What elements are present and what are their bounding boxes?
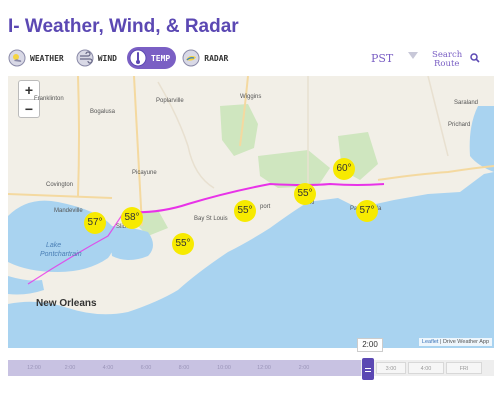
current-time-label: 2:00 (357, 338, 383, 352)
time-tick: 12:00 (257, 365, 271, 371)
place-label: Picayune (132, 170, 157, 176)
time-slider[interactable]: 12:00 2:00 4:00 6:00 8:00 10:00 12:00 2:… (8, 360, 494, 376)
time-tick[interactable]: 4:00 (408, 362, 444, 374)
wind-icon (76, 49, 94, 67)
tab-temp-label: TEMP (150, 53, 171, 63)
temperature-marker[interactable]: 55° (172, 233, 194, 255)
thermometer-icon (129, 49, 147, 67)
place-label: Prichard (448, 122, 471, 128)
tab-radar-label: RADAR (204, 53, 229, 63)
search-icon[interactable] (470, 53, 480, 63)
temperature-marker[interactable]: 57° (356, 200, 378, 222)
place-label: Covington (46, 182, 74, 188)
weather-icon (8, 49, 26, 67)
place-label: Wiggins (240, 94, 262, 100)
time-tick: 2:00 (64, 365, 76, 371)
layer-tabs: WEATHER WIND TEMP RADAR (6, 47, 234, 69)
place-label: Mandeville (54, 208, 83, 214)
tab-wind-label: WIND (97, 53, 117, 63)
time-tick: 2:00 (298, 365, 310, 371)
time-tick[interactable]: FRI (446, 362, 482, 374)
attribution-credit: Drive Weather App (442, 339, 489, 345)
place-label: Saraland (454, 100, 479, 106)
tab-weather[interactable]: WEATHER (6, 47, 70, 69)
temperature-marker[interactable]: 57° (84, 212, 106, 234)
time-tick[interactable]: 3:00 (376, 362, 406, 374)
map-view[interactable]: + − Franklinton Poplarville Wiggins Boga… (8, 76, 494, 348)
place-label: Bay St Louis (194, 216, 228, 222)
chevron-down-icon[interactable] (408, 52, 418, 59)
time-slider-handle[interactable] (362, 358, 374, 380)
water-label: Pontchartrain (40, 251, 82, 258)
time-tick: 8:00 (178, 365, 190, 371)
tab-temp[interactable]: TEMP (126, 47, 177, 69)
place-label: Franklinton (34, 96, 64, 102)
place-label: port (260, 204, 271, 210)
search-route-line2: Route (434, 59, 460, 69)
map-attribution: Leaflet | Drive Weather App (418, 338, 492, 346)
place-label: Poplarville (156, 98, 184, 104)
leaflet-link[interactable]: Leaflet (422, 339, 439, 345)
place-label: Bogalusa (90, 109, 116, 115)
radar-icon (182, 49, 200, 67)
temperature-marker[interactable]: 55° (234, 200, 256, 222)
tab-wind[interactable]: WIND (74, 47, 123, 69)
time-tick: 4:00 (102, 365, 114, 371)
place-label-city: New Orleans (36, 298, 97, 309)
temperature-marker[interactable]: 60° (333, 158, 355, 180)
temperature-marker[interactable]: 58° (121, 207, 143, 229)
page-title: I- Weather, Wind, & Radar (8, 16, 239, 37)
search-route-link[interactable]: Search Route (432, 51, 462, 69)
tab-radar[interactable]: RADAR (180, 47, 234, 69)
timezone-select[interactable]: PST (371, 52, 393, 65)
temperature-marker[interactable]: 55° (294, 183, 316, 205)
time-tick: 10:00 (217, 365, 231, 371)
time-tick: 12:00 (27, 365, 41, 371)
tab-weather-label: WEATHER (30, 53, 64, 63)
water-label: Lake (46, 242, 62, 249)
time-tick: 6:00 (140, 365, 152, 371)
